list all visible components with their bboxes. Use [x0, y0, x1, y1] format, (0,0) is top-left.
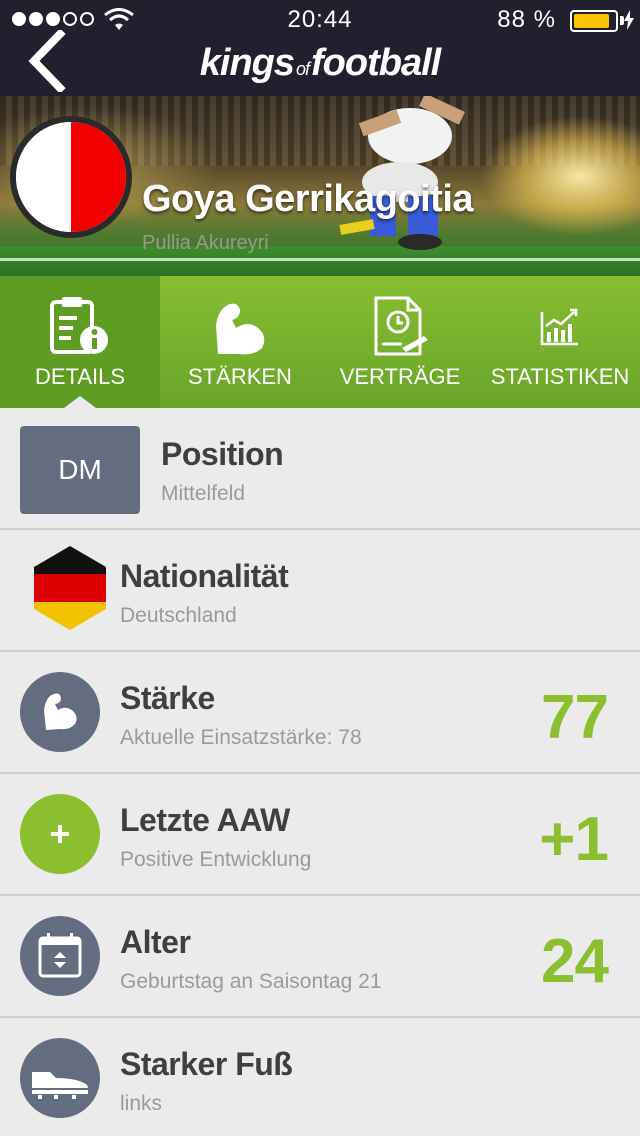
boot-icon: [32, 1072, 88, 1099]
club-badge: [10, 116, 132, 238]
tab-label: STÄRKEN: [188, 364, 292, 389]
club-badge-left: [16, 122, 71, 232]
tab-label: VERTRÄGE: [339, 364, 461, 389]
age-value: 24: [541, 927, 609, 996]
list-item-nationality: Nationalität Deutschland: [0, 530, 640, 652]
row-subtitle: Mittelfeld: [161, 482, 246, 505]
strength-value: 77: [541, 683, 609, 752]
battery-fill: [574, 14, 610, 28]
tab-staerken[interactable]: STÄRKEN: [160, 276, 320, 408]
muscle-icon: [44, 693, 77, 730]
tab-statistiken[interactable]: STATISTIKEN: [480, 276, 640, 408]
tab-bar: DETAILS STÄRKEN VERTRÄGE STATISTIKEN: [0, 276, 640, 408]
row-title: Starker Fuß: [120, 1046, 293, 1082]
logo-football: football: [311, 42, 441, 84]
logo-kings: kings: [199, 42, 295, 84]
strength-circle: [20, 672, 100, 752]
stats-icon: [540, 308, 578, 346]
calendar-icon: [38, 933, 82, 978]
active-tab-indicator: [64, 396, 96, 408]
club-name: Pullia Akureyri: [142, 232, 269, 254]
player-details-list: DM Position Mittelfeld Nationalität Deut…: [0, 408, 640, 1136]
list-item-age: Alter Geburtstag an Saisontag 21 24: [0, 896, 640, 1018]
aaw-circle: [20, 794, 100, 874]
list-item-position: DM Position Mittelfeld: [0, 408, 640, 530]
row-subtitle: links: [120, 1092, 163, 1115]
aaw-value: +1: [539, 805, 609, 874]
row-subtitle: Positive Entwicklung: [120, 848, 312, 871]
row-subtitle: Aktuelle Einsatzstärke: 78: [120, 726, 362, 749]
app-logo: kings offootball: [0, 42, 640, 85]
row-subtitle: Geburtstag an Saisontag 21: [120, 970, 382, 993]
charging-icon: [624, 10, 634, 30]
status-bar: 20:44 88 %: [0, 0, 640, 40]
row-title: Stärke: [120, 680, 215, 716]
tab-details[interactable]: DETAILS: [0, 276, 160, 408]
germany-flag-icon: [34, 546, 106, 630]
details-icon: [50, 297, 108, 354]
contract-icon: [374, 296, 428, 356]
tab-vertraege[interactable]: VERTRÄGE: [320, 276, 480, 408]
player-hero-banner: Goya Gerrikagoitia Pullia Akureyri: [0, 96, 640, 276]
foot-circle: [20, 1038, 100, 1118]
row-subtitle: Deutschland: [120, 604, 237, 627]
row-title: Position: [161, 436, 284, 472]
pitch-line: [0, 258, 640, 261]
top-bar: 20:44 88 % kings offootball: [0, 0, 640, 96]
row-title: Nationalität: [120, 558, 289, 594]
list-item-strong-foot: Starker Fuß links: [0, 1018, 640, 1136]
row-title: Letzte AAW: [120, 802, 290, 838]
logo-of: of: [296, 59, 310, 79]
celebrating-player-image: [339, 96, 465, 250]
row-title: Alter: [120, 924, 191, 960]
tab-label: DETAILS: [34, 364, 126, 389]
age-circle: [20, 916, 100, 996]
club-badge-right: [71, 122, 126, 232]
position-badge: DM: [20, 426, 140, 514]
player-name: Goya Gerrikagoitia: [142, 178, 474, 220]
plus-icon: [51, 825, 69, 843]
battery-percent: 88 %: [497, 6, 556, 33]
muscle-icon: [216, 303, 265, 355]
list-item-last-aaw: Letzte AAW Positive Entwicklung +1: [0, 774, 640, 896]
list-item-strength: Stärke Aktuelle Einsatzstärke: 78 77: [0, 652, 640, 774]
battery-icon: [570, 10, 618, 32]
tab-label: STATISTIKEN: [490, 364, 630, 389]
